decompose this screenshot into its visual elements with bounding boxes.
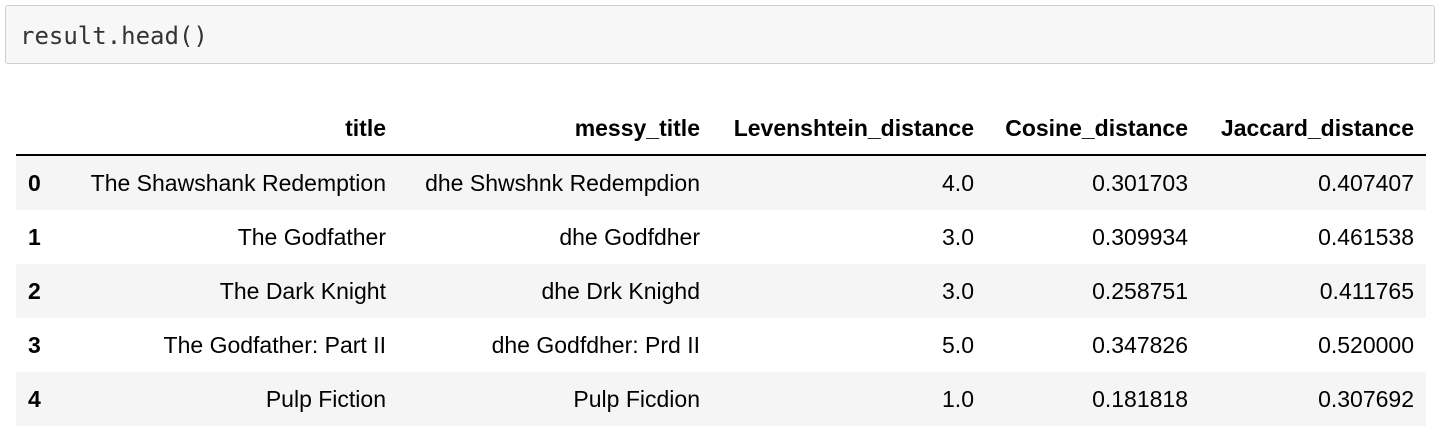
column-header-messy-title: messy_title (398, 102, 712, 156)
cell-cosine-distance: 0.258751 (1092, 277, 1188, 304)
table-header: title messy_title Levenshtein_distance C… (16, 102, 1426, 156)
row-index: 1 (28, 223, 41, 250)
cell-title: The Godfather (237, 223, 386, 250)
cell-title: Pulp Fiction (265, 385, 386, 412)
cell-messy-title: Pulp Ficdion (573, 385, 700, 412)
cell-messy-title: dhe Shwshnk Redempdion (425, 169, 700, 196)
cell-cosine-distance: 0.181818 (1092, 385, 1188, 412)
cell-title: The Godfather: Part II (163, 331, 386, 358)
row-index: 4 (28, 385, 41, 412)
cell-title: The Shawshank Redemption (90, 169, 386, 196)
table-row: 0 The Shawshank Redemption dhe Shwshnk R… (16, 155, 1426, 210)
cell-cosine-distance: 0.347826 (1092, 331, 1188, 358)
cell-levenshtein-distance: 5.0 (942, 331, 974, 358)
cell-jaccard-distance: 0.520000 (1318, 331, 1414, 358)
table-row: 3 The Godfather: Part II dhe Godfdher: P… (16, 318, 1426, 372)
cell-jaccard-distance: 0.461538 (1318, 223, 1414, 250)
cell-cosine-distance: 0.301703 (1092, 169, 1188, 196)
column-header-cosine-distance: Cosine_distance (986, 102, 1200, 156)
cell-title: The Dark Knight (219, 277, 386, 304)
column-header-levenshtein-distance: Levenshtein_distance (712, 102, 986, 156)
table-body: 0 The Shawshank Redemption dhe Shwshnk R… (16, 155, 1426, 426)
table-row: 1 The Godfather dhe Godfdher 3.0 0.30993… (16, 210, 1426, 264)
code-text[interactable]: result.head() (20, 19, 208, 53)
table-row: 2 The Dark Knight dhe Drk Knighd 3.0 0.2… (16, 264, 1426, 318)
cell-levenshtein-distance: 4.0 (942, 169, 974, 196)
column-header-jaccard-distance: Jaccard_distance (1200, 102, 1426, 156)
code-cell-input[interactable]: result.head() (5, 5, 1435, 64)
column-header-index (16, 102, 66, 156)
cell-cosine-distance: 0.309934 (1092, 223, 1188, 250)
table-row: 4 Pulp Fiction Pulp Ficdion 1.0 0.181818… (16, 372, 1426, 426)
cell-jaccard-distance: 0.411765 (1319, 277, 1414, 304)
cell-levenshtein-distance: 3.0 (942, 223, 974, 250)
cell-jaccard-distance: 0.307692 (1318, 385, 1414, 412)
row-index: 2 (28, 277, 41, 304)
cell-jaccard-distance: 0.407407 (1318, 169, 1414, 196)
row-index: 0 (28, 169, 41, 196)
cell-levenshtein-distance: 3.0 (942, 277, 974, 304)
cell-messy-title: dhe Godfdher (559, 223, 700, 250)
row-index: 3 (28, 331, 41, 358)
header-row: title messy_title Levenshtein_distance C… (16, 102, 1426, 156)
dataframe-table: title messy_title Levenshtein_distance C… (16, 102, 1426, 426)
cell-messy-title: dhe Godfdher: Prd II (491, 331, 700, 358)
column-header-title: title (66, 102, 398, 156)
cell-messy-title: dhe Drk Knighd (541, 277, 700, 304)
cell-levenshtein-distance: 1.0 (942, 385, 974, 412)
